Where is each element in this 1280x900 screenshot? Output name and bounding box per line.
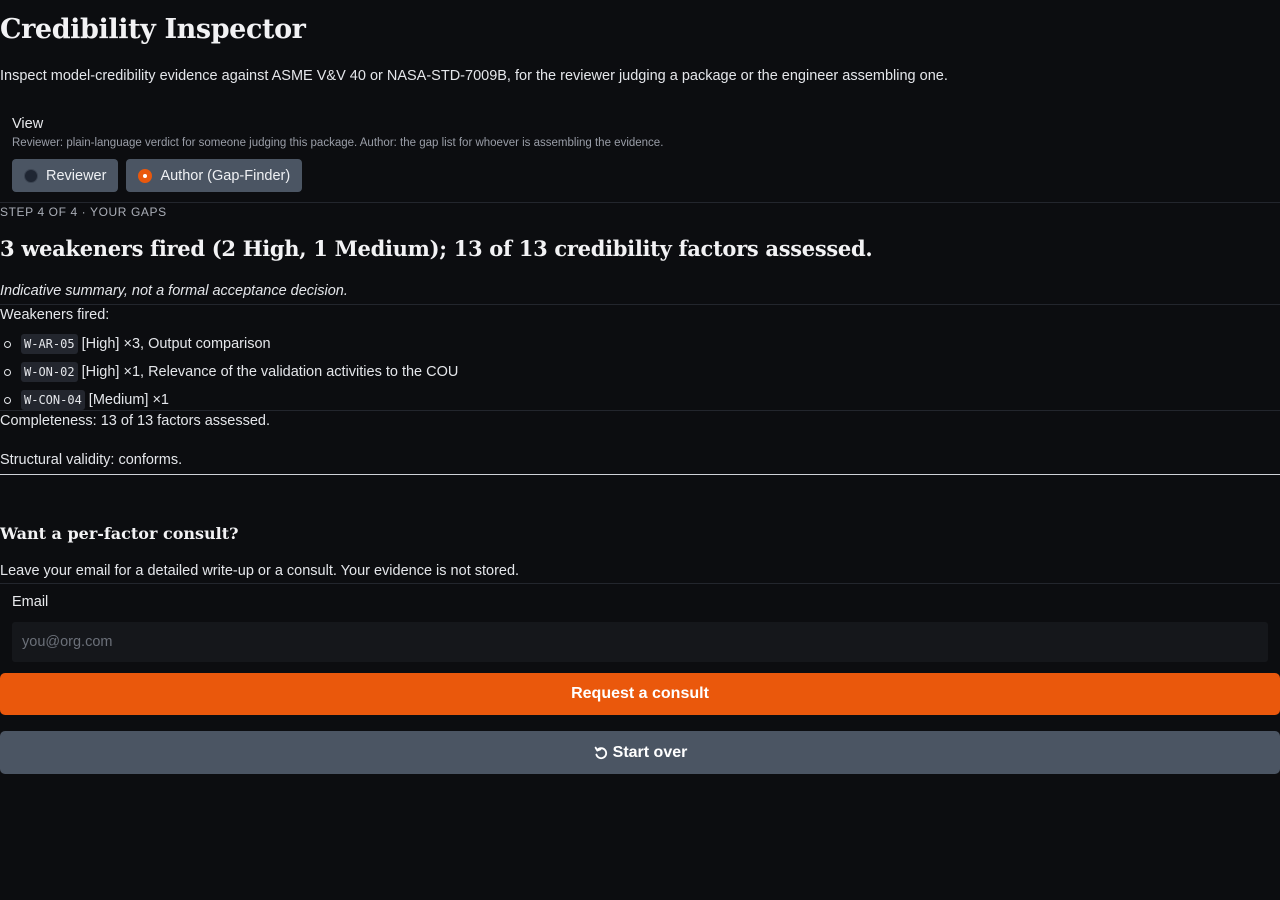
divider: [0, 583, 1280, 584]
email-label: Email: [12, 594, 49, 610]
request-consult-button[interactable]: Request a consult: [0, 673, 1280, 715]
divider: [0, 304, 1280, 305]
weakener-text: [Medium] ×1: [88, 392, 169, 408]
page: Credibility Inspector Inspect model-cred…: [0, 0, 1280, 900]
view-radio-group: Reviewer Author (Gap-Finder): [12, 159, 303, 192]
list-item: W-ON-02 [High] ×1, Relevance of the vali…: [0, 358, 458, 386]
section-divider: [0, 474, 1280, 475]
view-label: View: [12, 116, 44, 132]
divider: [0, 202, 1280, 203]
weakener-text: [High] ×1, Relevance of the validation a…: [81, 364, 459, 380]
weakener-list: W-AR-05 [High] ×3, Output comparison W-O…: [0, 330, 458, 414]
list-item: W-AR-05 [High] ×3, Output comparison: [0, 330, 458, 358]
weakener-code: W-AR-05: [21, 334, 78, 354]
request-consult-label: Request a consult: [571, 685, 709, 702]
page-title: Credibility Inspector: [0, 14, 306, 45]
view-option-reviewer[interactable]: Reviewer: [12, 159, 119, 192]
page-subtitle: Inspect model-credibility evidence again…: [0, 68, 948, 84]
bullet-icon: [4, 340, 11, 348]
weakeners-title: Weakeners fired:: [0, 307, 110, 323]
disclaimer: Indicative summary, not a formal accepta…: [0, 283, 348, 299]
consult-title: Want a per-factor consult?: [0, 524, 239, 543]
start-over-label: Start over: [612, 743, 688, 761]
radio-unchecked-icon[interactable]: [24, 168, 38, 183]
step-label: STEP 4 OF 4 · YOUR GAPS: [0, 205, 167, 219]
divider: [0, 410, 1280, 411]
view-option-label: Reviewer: [46, 167, 107, 184]
structural-validity-text: Structural validity: conforms.: [0, 452, 183, 468]
radio-checked-icon[interactable]: [138, 168, 153, 183]
weakener-code: W-ON-02: [21, 362, 78, 382]
bullet-icon: [4, 396, 11, 404]
completeness-text: Completeness: 13 of 13 factors assessed.: [0, 413, 271, 429]
start-over-button[interactable]: Start over: [0, 731, 1280, 774]
view-option-label: Author (Gap-Finder): [160, 167, 291, 184]
consult-text: Leave your email for a detailed write-up…: [0, 563, 520, 579]
view-option-author[interactable]: Author (Gap-Finder): [126, 159, 303, 192]
weakener-text: [High] ×3, Output comparison: [81, 336, 271, 352]
view-help-text: Reviewer: plain-language verdict for som…: [12, 137, 664, 149]
results-headline: 3 weakeners fired (2 High, 1 Medium); 13…: [0, 236, 873, 261]
email-field[interactable]: [12, 622, 1268, 662]
weakener-code: W-CON-04: [21, 390, 85, 410]
bullet-icon: [4, 368, 11, 376]
restart-icon: [593, 745, 609, 761]
